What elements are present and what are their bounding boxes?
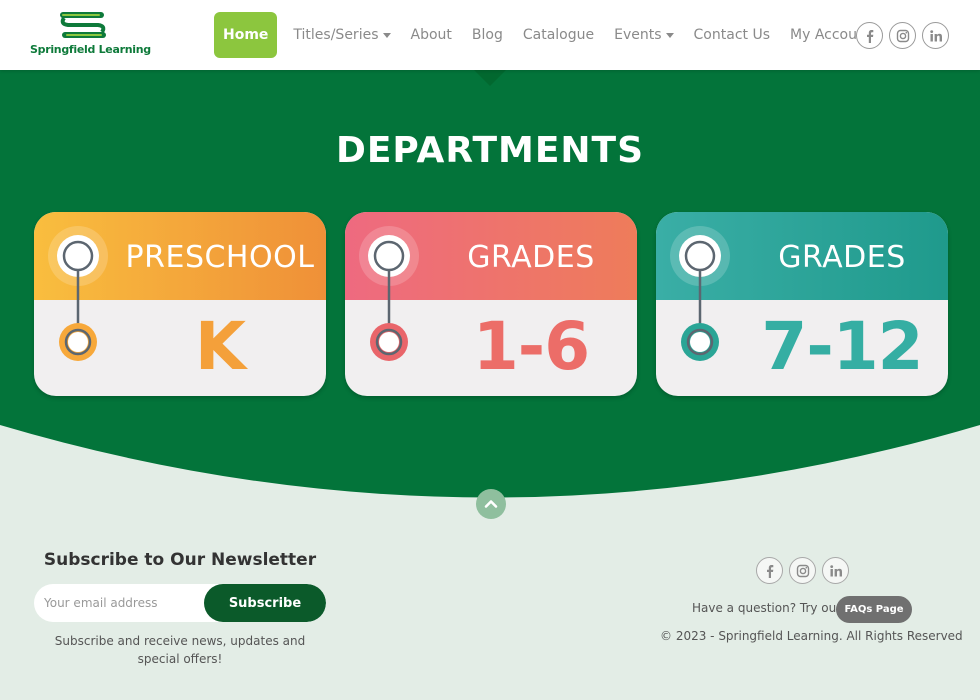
chevron-up-icon bbox=[484, 500, 498, 508]
card-label: GRADES bbox=[467, 240, 595, 275]
nav-label: Contact Us bbox=[693, 27, 770, 43]
card-label: GRADES bbox=[778, 240, 906, 275]
nav-catalogue[interactable]: Catalogue bbox=[517, 12, 600, 58]
nav-events[interactable]: Events bbox=[608, 12, 679, 58]
site-header: Springfield Learning Home Titles/Series … bbox=[0, 0, 980, 70]
facebook-icon[interactable] bbox=[756, 557, 783, 584]
nav-titles-series[interactable]: Titles/Series bbox=[287, 12, 396, 58]
nav-contact-us[interactable]: Contact Us bbox=[688, 12, 776, 58]
email-input[interactable] bbox=[34, 584, 206, 622]
subscribe-button[interactable]: Subscribe bbox=[204, 584, 326, 622]
caret-down-icon bbox=[382, 32, 391, 38]
header-social-links bbox=[856, 22, 949, 49]
nav-label: Home bbox=[223, 27, 269, 43]
nav-label: Titles/Series bbox=[293, 27, 379, 43]
scroll-to-top-button[interactable] bbox=[476, 489, 506, 519]
card-grade: K bbox=[194, 308, 246, 385]
instagram-icon[interactable] bbox=[789, 557, 816, 584]
linkedin-icon[interactable] bbox=[922, 22, 949, 49]
nav-label: Catalogue bbox=[522, 27, 595, 43]
nav-label: Blog bbox=[471, 27, 503, 43]
nav-home[interactable]: Home bbox=[214, 12, 278, 58]
nav-about[interactable]: About bbox=[405, 12, 458, 58]
newsletter-title: Subscribe to Our Newsletter bbox=[43, 550, 317, 570]
faq-page-button[interactable]: FAQs Page bbox=[836, 596, 912, 623]
newsletter-form: Subscribe bbox=[34, 584, 326, 622]
caret-down-icon bbox=[665, 32, 674, 38]
instagram-icon[interactable] bbox=[889, 22, 916, 49]
copyright-text: © 2023 - Springfield Learning. All Right… bbox=[660, 629, 963, 643]
department-card-grades-1-6[interactable]: GRADES 1-6 bbox=[345, 212, 637, 396]
linkedin-icon[interactable] bbox=[822, 557, 849, 584]
card-grade: 7-12 bbox=[761, 308, 923, 385]
card-label: PRESCHOOL bbox=[125, 240, 315, 275]
department-card-preschool[interactable]: PRESCHOOL K bbox=[34, 212, 326, 396]
department-card-grades-7-12[interactable]: GRADES 7-12 bbox=[656, 212, 948, 396]
logo-text: Springfield Learning bbox=[30, 43, 151, 56]
logo[interactable]: Springfield Learning bbox=[30, 10, 151, 62]
departments-title: DEPARTMENTS bbox=[335, 130, 645, 171]
card-grade: 1-6 bbox=[472, 308, 590, 385]
footer-social-links bbox=[756, 557, 849, 584]
facebook-icon[interactable] bbox=[856, 22, 883, 49]
nav-label: Events bbox=[614, 27, 662, 43]
main-nav: Home Titles/Series About Blog Catalogue … bbox=[214, 12, 897, 58]
nav-label: About bbox=[410, 27, 452, 43]
logo-icon bbox=[60, 12, 106, 38]
newsletter-note: Subscribe and receive news, updates and … bbox=[54, 634, 306, 666]
faq-prompt: Have a question? Try our bbox=[692, 601, 842, 615]
nav-blog[interactable]: Blog bbox=[466, 12, 509, 58]
